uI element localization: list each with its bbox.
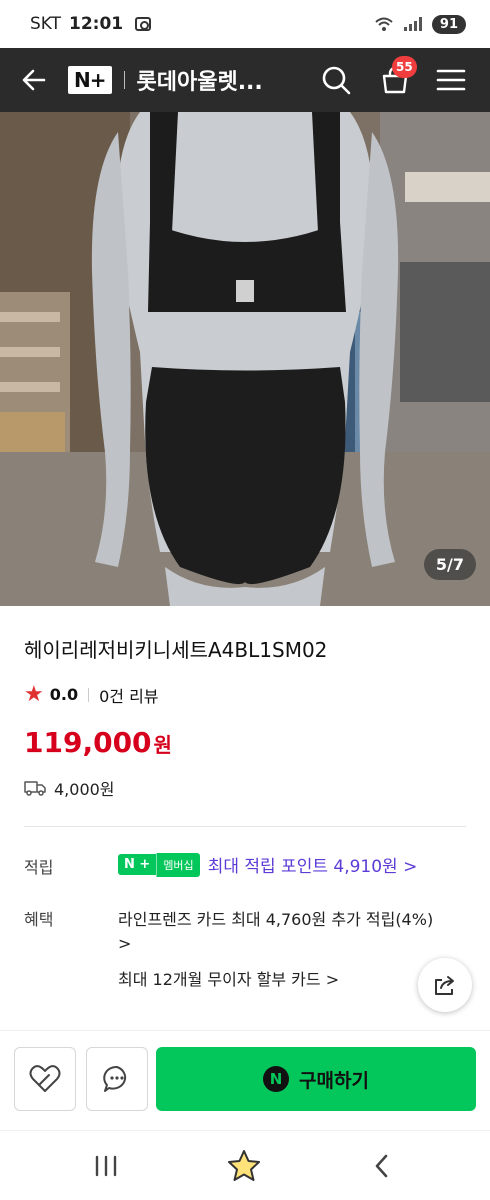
buy-button-label: 구매하기	[299, 1069, 369, 1092]
carrier-label: SKT	[30, 14, 62, 34]
share-icon	[435, 976, 454, 995]
wifi-icon	[375, 17, 393, 31]
cart-count-badge: 55	[392, 56, 417, 78]
chat-bubble-icon	[103, 1065, 127, 1092]
heart-icon	[29, 1065, 61, 1092]
buy-button[interactable]: N 구매하기	[156, 1047, 476, 1111]
price-value: 119,000	[24, 726, 152, 759]
wishlist-button[interactable]	[14, 1047, 76, 1111]
naver-plus-logo[interactable]: N+	[68, 66, 112, 94]
rating-divider	[88, 687, 90, 702]
points-label: 적립	[24, 858, 54, 877]
star-home-icon	[228, 1150, 260, 1181]
system-navigation-bar	[0, 1130, 490, 1200]
section-divider	[24, 826, 466, 827]
product-image[interactable]: 5/7	[0, 112, 490, 606]
card-benefit-more[interactable]: >	[118, 934, 131, 953]
header-divider	[123, 71, 125, 89]
recent-apps-icon	[95, 1155, 117, 1177]
hamburger-menu-icon	[436, 69, 466, 91]
purchase-bar: N 구매하기	[0, 1030, 490, 1130]
share-button[interactable]	[418, 958, 472, 1012]
membership-badge: 멤버십	[156, 852, 200, 877]
chevron-left-icon	[375, 1154, 388, 1178]
arrow-left-icon	[22, 69, 46, 91]
talk-button[interactable]	[86, 1047, 148, 1111]
product-page: SKT 12:01 91 N+ 롯데아울렛... 55 5/7 헤이리레저비키니…	[0, 0, 490, 1200]
app-header: N+ 롯데아울렛... 55	[0, 48, 490, 112]
clock: 12:01	[69, 14, 124, 34]
status-bar: SKT 12:01 91	[0, 0, 490, 48]
installment-link[interactable]: 최대 12개월 무이자 할부 카드 >	[118, 966, 339, 990]
cart-button[interactable]: 55	[370, 48, 420, 112]
menu-button[interactable]	[426, 48, 476, 112]
star-icon: ★	[24, 682, 44, 707]
membership-points[interactable]: N + 멤버십 최대 적립 포인트 4,910원 >	[118, 852, 417, 877]
shipping-fee: 4,000원	[54, 780, 115, 799]
screenshot-icon	[135, 17, 152, 31]
search-button[interactable]	[312, 48, 360, 112]
price-currency: 원	[153, 733, 172, 757]
search-icon	[322, 66, 351, 95]
product-photo-illustration	[0, 112, 490, 606]
image-counter: 5/7	[423, 549, 476, 580]
rating-row[interactable]: ★ 0.0 0건 리뷰	[24, 682, 159, 707]
naver-pay-icon: N	[263, 1066, 290, 1092]
price: 119,000 원	[24, 726, 172, 759]
battery-indicator: 91	[431, 14, 466, 34]
back-button[interactable]	[0, 48, 68, 112]
card-benefit-link[interactable]: 라인프렌즈 카드 최대 4,760원 추가 적립(4%)	[118, 906, 433, 930]
benefits-label: 혜택	[24, 910, 54, 929]
home-button[interactable]	[204, 1131, 284, 1200]
naver-plus-badge: N +	[118, 854, 157, 875]
signal-icon	[403, 17, 422, 31]
store-name[interactable]: 롯데아울렛...	[137, 64, 263, 96]
product-title: 헤이리레저비키니세트A4BL1SM02	[24, 638, 328, 662]
recent-apps-button[interactable]	[66, 1131, 146, 1200]
review-count[interactable]: 0건 리뷰	[99, 683, 158, 707]
rating-score: 0.0	[49, 685, 79, 704]
system-back-button[interactable]	[342, 1131, 422, 1200]
shipping-row: 4,000원	[24, 776, 115, 800]
max-points-link[interactable]: 최대 적립 포인트 4,910원 >	[208, 852, 418, 877]
truck-icon	[24, 781, 46, 796]
